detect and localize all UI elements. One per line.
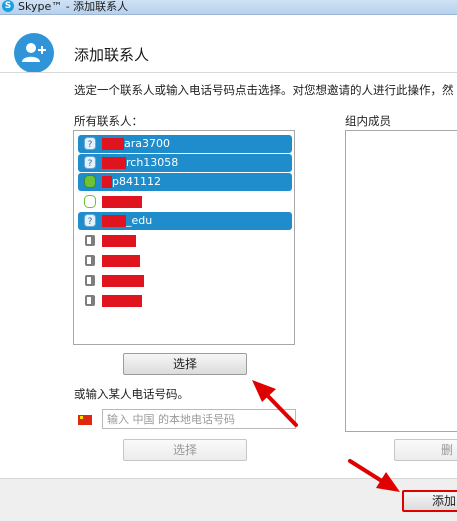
- window-title: Skype™ - 添加联系人: [18, 0, 129, 13]
- phone-label: 或输入某人电话号码。: [74, 387, 189, 401]
- phone-contact-icon: [85, 275, 95, 286]
- contact-item[interactable]: [78, 252, 292, 270]
- redaction: [102, 176, 112, 188]
- header-divider: [0, 72, 457, 73]
- contacts-list[interactable]: ? ara3700 ? rch13058 p841112 ? _edu: [73, 130, 295, 345]
- skype-question-icon: ?: [84, 137, 96, 150]
- contact-item[interactable]: [78, 292, 292, 310]
- phone-input[interactable]: [102, 409, 296, 429]
- contact-item[interactable]: ? _edu: [78, 212, 292, 230]
- redaction: [102, 235, 136, 247]
- contact-item[interactable]: [78, 232, 292, 250]
- china-flag-icon[interactable]: [78, 415, 92, 425]
- skype-question-icon: ?: [84, 214, 96, 227]
- select-contact-button[interactable]: 选择: [123, 353, 247, 375]
- phone-contact-icon: [85, 255, 95, 266]
- skype-question-icon: ?: [84, 156, 96, 169]
- group-members-label: 组内成员: [345, 114, 391, 128]
- svg-text:?: ?: [88, 140, 93, 150]
- group-members-list[interactable]: [345, 130, 457, 432]
- title-bar: S Skype™ - 添加联系人: [0, 0, 457, 15]
- dialog-footer: [0, 478, 457, 521]
- add-button[interactable]: 添加: [402, 490, 457, 512]
- add-contact-icon: [14, 33, 54, 73]
- contact-item[interactable]: ? rch13058: [78, 154, 292, 172]
- select-phone-button[interactable]: 选择: [123, 439, 247, 461]
- redaction: [102, 196, 142, 208]
- skype-logo-icon: S: [2, 0, 14, 12]
- contact-item[interactable]: [78, 272, 292, 290]
- redaction: [102, 275, 144, 287]
- contact-name: ara3700: [124, 137, 170, 150]
- skype-online-icon: [84, 175, 96, 188]
- skype-online-icon: [84, 195, 96, 208]
- all-contacts-label: 所有联系人：: [74, 114, 143, 128]
- redaction: [102, 138, 124, 150]
- contact-name: _edu: [126, 214, 153, 227]
- contact-name: p841112: [112, 175, 161, 188]
- contact-item[interactable]: [78, 193, 292, 211]
- remove-button[interactable]: 删: [394, 439, 457, 461]
- contact-item[interactable]: p841112: [78, 173, 292, 191]
- svg-text:?: ?: [88, 159, 93, 169]
- page-title: 添加联系人: [74, 46, 150, 64]
- contact-name: rch13058: [126, 156, 179, 169]
- phone-contact-icon: [85, 235, 95, 246]
- instruction-text: 选定一个联系人或输入电话号码点击选择。对您想邀请的人进行此操作，然: [74, 83, 454, 97]
- redaction: [102, 255, 140, 267]
- redaction: [102, 215, 126, 227]
- redaction: [102, 295, 142, 307]
- contact-item[interactable]: ? ara3700: [78, 135, 292, 153]
- dialog-header: 添加联系人: [0, 15, 457, 73]
- redaction: [102, 157, 126, 169]
- svg-text:?: ?: [88, 217, 93, 227]
- phone-contact-icon: [85, 295, 95, 306]
